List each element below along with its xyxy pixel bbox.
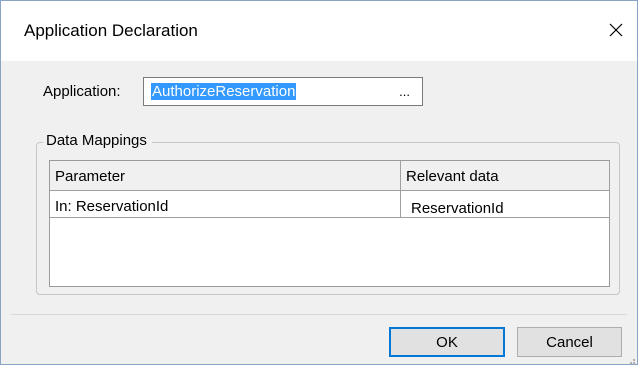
column-divider [400, 161, 401, 218]
data-mappings-title: Data Mappings [43, 132, 152, 149]
application-field[interactable]: AuthorizeReservation ... [143, 77, 423, 106]
cancel-button[interactable]: Cancel [517, 327, 622, 357]
column-header-relevant-data[interactable]: Relevant data [406, 168, 499, 185]
footer-separator [11, 314, 627, 315]
application-browse-button[interactable]: ... [399, 84, 410, 99]
ok-button[interactable]: OK [389, 327, 505, 357]
grid-header: Parameter Relevant data [50, 161, 609, 191]
column-divider-right [609, 161, 610, 218]
data-mappings-grid[interactable]: Parameter Relevant data In: ReservationI… [49, 160, 610, 287]
resize-grip-icon[interactable] [626, 355, 636, 365]
row-divider [50, 217, 610, 218]
dialog-title: Application Declaration [24, 21, 198, 40]
close-icon [609, 23, 623, 37]
column-header-parameter[interactable]: Parameter [55, 168, 125, 185]
application-declaration-dialog: Application Declaration Application: Aut… [0, 0, 638, 365]
cell-parameter[interactable]: In: ReservationId [55, 198, 168, 215]
application-label: Application: [43, 83, 121, 100]
close-button[interactable] [599, 13, 633, 47]
title-bar: Application Declaration [1, 1, 637, 61]
cell-relevant-data[interactable]: ReservationId [411, 200, 504, 217]
application-value[interactable]: AuthorizeReservation [151, 83, 297, 100]
